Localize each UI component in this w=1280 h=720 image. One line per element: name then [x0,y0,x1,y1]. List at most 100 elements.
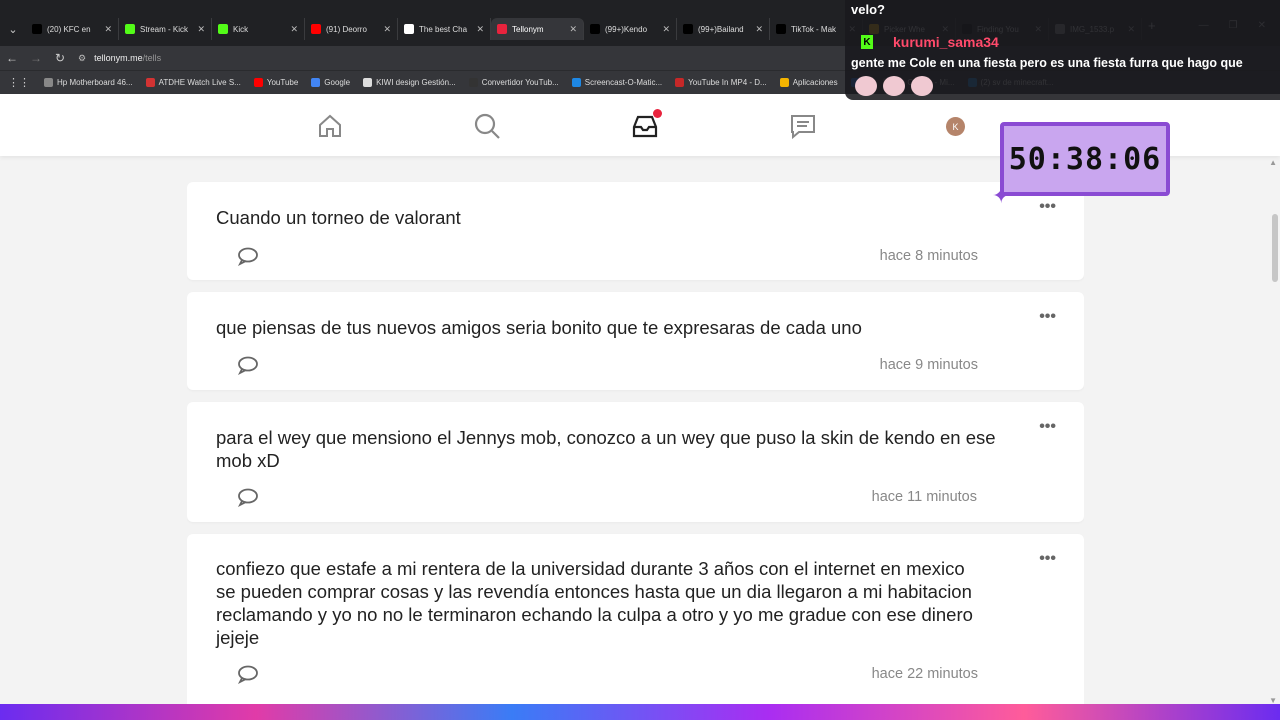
url-host: tellonym.me [94,53,143,63]
more-options-icon[interactable]: ••• [1039,550,1056,568]
url-field[interactable]: ⚙ tellonym.me/tells [78,53,161,64]
bookmark-label: Hp Motherboard 46... [57,78,133,87]
scroll-up-icon[interactable]: ▲ [1269,158,1277,167]
browser-tab[interactable]: (20) KFC en ✕ [26,18,119,40]
comment-icon[interactable] [237,487,259,508]
bookmark-label: Aplicaciones [792,78,838,87]
bookmark-favicon-icon [675,78,685,87]
chat-message: gente me Cole en una fiesta pero es una … [851,56,1243,70]
apps-grid-icon[interactable]: ⋮⋮ [8,76,30,89]
bookmark-item[interactable]: Screencast-O-Matic... [571,78,663,87]
bookmark-favicon-icon [468,78,478,87]
browser-tab[interactable]: Stream - Kick ✕ [119,18,212,40]
browser-tab[interactable]: (91) Deorro ✕ [305,18,398,40]
bookmark-item[interactable]: ATDHE Watch Live S... [145,78,241,87]
bookmark-label: YouTube [266,78,299,87]
tab-close-icon[interactable]: ✕ [197,24,205,35]
forward-arrow-icon[interactable]: → [24,51,48,65]
bookmark-item[interactable]: YouTube [253,78,299,87]
browser-tab[interactable]: Tellonym ✕ [491,18,584,40]
stream-timer: 50:38:06 [1000,122,1170,196]
tab-label: Kick [233,24,249,34]
browser-tab[interactable]: The best Cha ✕ [398,18,491,40]
site-info-icon[interactable]: ⚙ [78,53,86,64]
stream-chat-overlay: velo? K kurumi_sama34 gente me Cole en u… [845,0,1280,100]
more-options-icon[interactable]: ••• [1039,418,1056,436]
tab-close-icon[interactable]: ✕ [290,24,298,35]
tab-close-icon[interactable]: ✕ [383,24,391,35]
notification-dot [653,109,662,118]
tab-favicon-icon [125,24,135,34]
tab-favicon-icon [32,24,42,34]
tell-timestamp: hace 8 minutos [879,248,978,264]
tab-close-icon[interactable]: ✕ [755,24,763,35]
url-path: /tells [142,53,162,63]
bookmark-favicon-icon [44,78,53,87]
bookmark-label: YouTube In MP4 - D... [688,78,767,87]
bookmark-favicon-icon [253,78,263,87]
tell-text: Cuando un torneo de valorant [216,207,461,228]
bookmark-favicon-icon [571,78,581,87]
inbox-icon[interactable] [631,109,662,140]
more-options-icon[interactable]: ••• [1039,308,1056,326]
browser-tab[interactable]: (99+)Bailand ✕ [677,18,770,40]
sparkle-icon: ✦ [992,183,1011,208]
bookmark-label: Screencast-O-Matic... [584,78,663,87]
kick-badge-icon: K [861,35,873,49]
chat-username: kurumi_sama34 [893,34,999,50]
timer-value: 50:38:06 [1008,141,1162,177]
emote-icon [883,76,905,96]
tell-card[interactable]: que piensas de tus nuevos amigos seria b… [187,292,1084,390]
emote-icon [911,76,933,96]
tell-card[interactable]: Cuando un torneo de valorant ••• hace 8 … [187,182,1084,280]
bookmark-label: Convertidor YouTub... [481,78,559,87]
search-icon[interactable] [473,112,501,140]
bookmark-item[interactable]: Hp Motherboard 46... [44,78,133,87]
tab-list-chevron-icon[interactable]: ⌄ [0,18,26,40]
chat-emotes [855,76,933,96]
home-icon[interactable] [316,112,344,140]
bookmark-favicon-icon [145,78,155,87]
tab-label: (91) Deorro [326,24,367,34]
bookmark-item[interactable]: Google [311,78,350,87]
bookmark-favicon-icon [311,78,321,87]
tab-label: (99+)Kendo [605,24,648,34]
tab-favicon-icon [590,24,600,34]
bookmark-favicon-icon [363,78,373,87]
bookmark-item[interactable]: Aplicaciones [779,78,838,87]
comment-icon[interactable] [237,246,259,267]
tab-favicon-icon [218,24,228,34]
chat-icon[interactable] [789,112,817,140]
page-scrollbar[interactable] [1272,214,1278,282]
tab-label: Tellonym [512,24,544,34]
browser-tab[interactable]: (99+)Kendo ✕ [584,18,677,40]
more-options-icon[interactable]: ••• [1039,198,1056,216]
bookmark-label: Google [324,78,351,87]
tab-close-icon[interactable]: ✕ [104,24,112,35]
tab-label: TikTok - Mak [791,24,837,34]
browser-tab[interactable]: Kick ✕ [212,18,305,40]
bookmark-label: KIWI design Gestión... [376,78,456,87]
stream-border-decoration [0,704,1280,720]
tab-label: The best Cha [419,24,468,34]
reload-icon[interactable]: ↻ [48,51,72,65]
tell-card[interactable]: confiezo que estafe a mi rentera de la u… [187,534,1084,710]
tab-close-icon[interactable]: ✕ [662,24,670,35]
tab-favicon-icon [311,24,321,34]
bookmark-item[interactable]: KIWI design Gestión... [363,78,456,87]
tab-label: Stream - Kick [140,24,189,34]
tell-card[interactable]: para el wey que mensiono el Jennys mob, … [187,402,1084,522]
tab-close-icon[interactable]: ✕ [476,24,484,35]
bookmark-item[interactable]: Convertidor YouTub... [468,78,559,87]
avatar[interactable]: K [946,117,965,136]
comment-icon[interactable] [237,355,259,376]
tab-close-icon[interactable]: ✕ [569,24,577,35]
bookmark-item[interactable]: YouTube In MP4 - D... [675,78,767,87]
back-arrow-icon[interactable]: ← [0,51,24,65]
tab-favicon-icon [404,24,414,34]
previous-chat-message: velo? [851,2,885,17]
tab-favicon-icon [497,24,507,34]
comment-icon[interactable] [237,664,259,685]
tell-text: para el wey que mensiono el Jennys mob, … [216,427,996,471]
tells-feed: Cuando un torneo de valorant ••• hace 8 … [187,156,1084,720]
